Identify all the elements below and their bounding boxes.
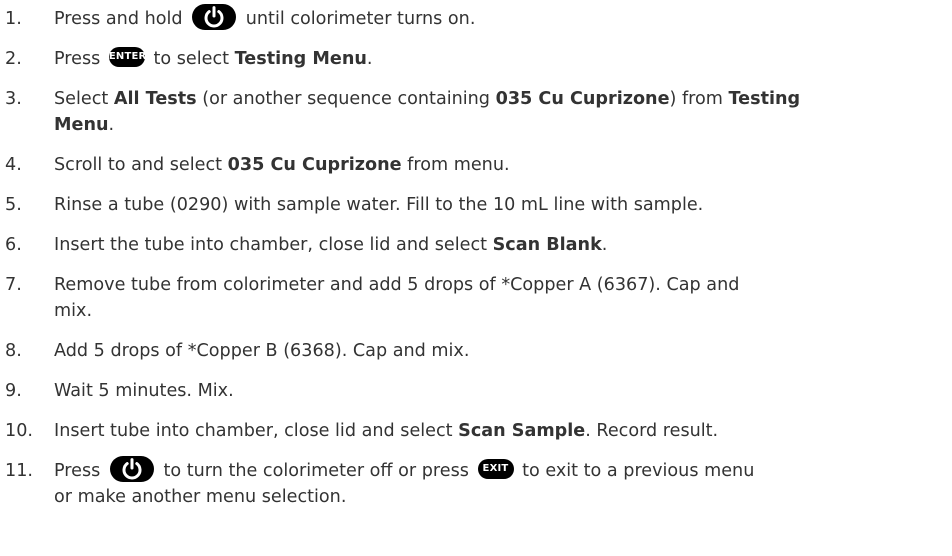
step-text-run: Press <box>54 461 106 481</box>
step-text-run: ) from <box>669 89 729 109</box>
step-text-run: Wait 5 minutes. Mix. <box>54 381 234 401</box>
step-text: Menu. <box>54 112 949 139</box>
step-text: Press ENTER to select Testing Menu. <box>54 46 949 73</box>
step-text: Add 5 drops of *Copper B (6368). Cap and… <box>54 338 949 365</box>
power-button-icon <box>192 4 237 30</box>
bold-term: Scan Sample <box>458 421 586 441</box>
step-text: Insert the tube into chamber, close lid … <box>54 232 949 259</box>
step-text: Remove tube from colorimeter and add 5 d… <box>54 272 949 299</box>
step-text: Rinse a tube (0290) with sample water. F… <box>54 192 949 219</box>
step-text-run: Rinse a tube (0290) with sample water. F… <box>54 195 704 215</box>
step-number: 8. <box>5 341 22 361</box>
exit-button-label: EXIT <box>482 463 509 474</box>
step-text-run: . <box>108 115 115 135</box>
step-text-run: . <box>601 235 608 255</box>
bold-term: Scan Blank <box>492 235 602 255</box>
power-symbol-icon <box>204 6 224 28</box>
step-text-run: . Record result. <box>585 421 719 441</box>
step-text-run: until colorimeter turns on. <box>240 9 476 29</box>
step-text: Insert tube into chamber, close lid and … <box>54 418 949 445</box>
step-text-run: (or another sequence containing <box>196 89 496 109</box>
step-number: 10. <box>5 421 33 441</box>
bold-term: 035 Cu Cuprizone <box>227 155 402 175</box>
step-number: 11. <box>5 461 33 481</box>
bold-term: 035 Cu Cuprizone <box>495 89 670 109</box>
step-number: 9. <box>5 381 22 401</box>
bold-term: Menu <box>54 115 109 135</box>
step-text-run: Add 5 drops of *Copper B (6368). Cap and… <box>54 341 470 361</box>
step-text-run: to turn the colorimeter off or press <box>157 461 475 481</box>
step-text: Scroll to and select 035 Cu Cuprizone fr… <box>54 152 949 179</box>
enter-button-label: ENTER <box>108 51 147 62</box>
step-text: Press to turn the colorimeter off or pre… <box>54 456 949 485</box>
bold-term: All Tests <box>113 89 197 109</box>
step-number: 2. <box>5 49 22 69</box>
step-text: or make another menu selection. <box>54 484 949 511</box>
exit-button-icon: EXIT <box>477 459 514 479</box>
step-number: 3. <box>5 89 22 109</box>
power-button-icon <box>109 456 154 482</box>
step-text-run: Press <box>54 49 106 69</box>
step-text-run: Press and hold <box>54 9 189 29</box>
step-text-run: mix. <box>54 301 93 321</box>
step-number: 5. <box>5 195 22 215</box>
step-number: 7. <box>5 275 22 295</box>
step-text-run: to select <box>147 49 235 69</box>
step-text-run: Remove tube from colorimeter and add 5 d… <box>54 275 740 295</box>
step-text-run: from menu. <box>401 155 510 175</box>
step-text-run: Select <box>54 89 114 109</box>
step-text-run: Scroll to and select <box>54 155 228 175</box>
step-text-run: Insert the tube into chamber, close lid … <box>54 235 493 255</box>
step-number: 4. <box>5 155 22 175</box>
step-text-run: to exit to a previous menu <box>516 461 755 481</box>
step-text: Select All Tests (or another sequence co… <box>54 86 949 113</box>
power-symbol-icon <box>122 458 142 480</box>
enter-button-icon: ENTER <box>108 47 147 67</box>
step-text-run: . <box>366 49 373 69</box>
step-text-run: or make another menu selection. <box>54 487 347 507</box>
bold-term: Testing Menu <box>234 49 367 69</box>
step-number: 1. <box>5 9 22 29</box>
step-text-run: Insert tube into chamber, close lid and … <box>54 421 459 441</box>
bold-term: Testing <box>728 89 801 109</box>
step-text: Press and hold until colorimeter turns o… <box>54 4 949 33</box>
step-number: 6. <box>5 235 22 255</box>
step-text: mix. <box>54 298 949 325</box>
step-text: Wait 5 minutes. Mix. <box>54 378 949 405</box>
